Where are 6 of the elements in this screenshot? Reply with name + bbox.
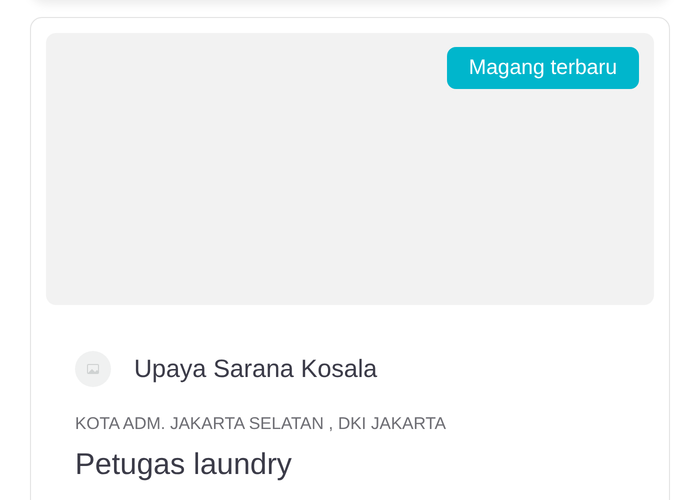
new-internship-badge: Magang terbaru: [446, 47, 639, 89]
listing-card[interactable]: Magang terbaru Upaya Sarana Kosala KOTA ADM. JAKARTA SELATAN , DKI JAKARTA Petugas laundry: [30, 17, 670, 500]
company-name: Upaya Sarana Kosala: [134, 354, 378, 384]
location-text: KOTA ADM. JAKARTA SELATAN , DKI JAKARTA: [75, 414, 447, 434]
image-icon: [87, 364, 99, 374]
job-title: Petugas laundry: [75, 448, 293, 482]
